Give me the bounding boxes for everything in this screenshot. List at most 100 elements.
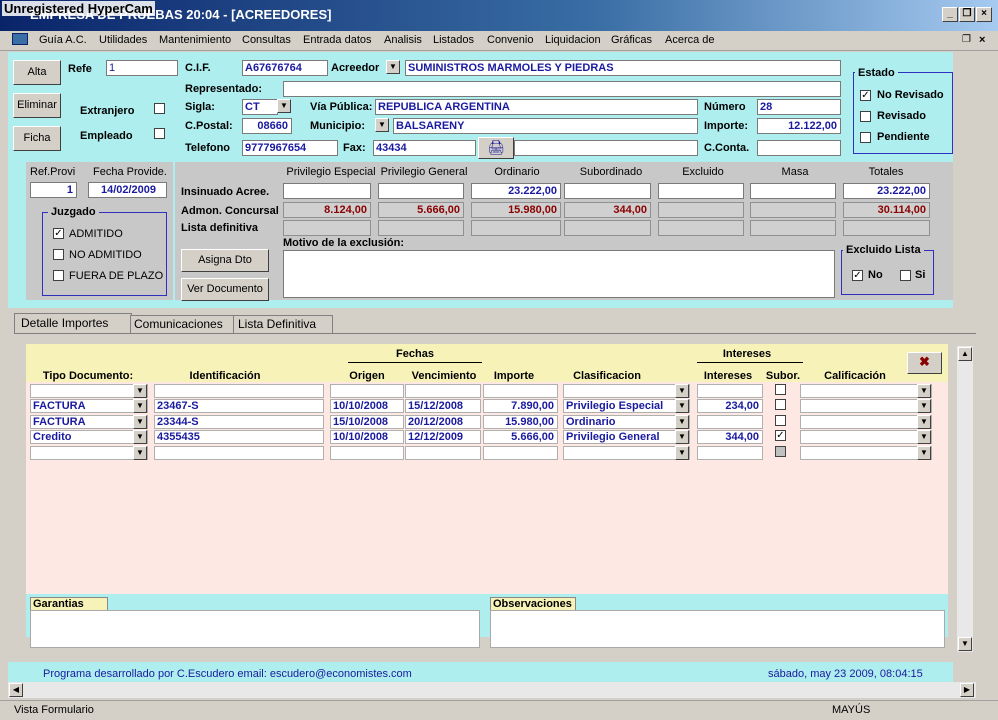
asigna-dto-button[interactable]: Asigna Dto bbox=[181, 249, 269, 272]
admon-ordinario[interactable]: 15.980,00 bbox=[471, 202, 561, 218]
row0-clasif[interactable] bbox=[563, 384, 690, 398]
acreedor-field[interactable]: SUMINISTROS MARMOLES Y PIEDRAS bbox=[405, 60, 841, 76]
row-clasif-dropdown[interactable]: ▼ bbox=[675, 399, 689, 413]
lista-priv-especial[interactable] bbox=[283, 220, 371, 236]
row0-tipo-dropdown[interactable]: ▼ bbox=[133, 384, 147, 398]
new-row-importe[interactable] bbox=[483, 446, 558, 460]
mdi-close-icon[interactable]: × bbox=[979, 34, 985, 46]
new-row-calif-dropdown[interactable]: ▼ bbox=[917, 446, 931, 460]
row0-tipo[interactable] bbox=[30, 384, 148, 398]
admon-priv-general[interactable]: 5.666,00 bbox=[378, 202, 464, 218]
row-importe[interactable]: 15.980,00 bbox=[483, 415, 558, 429]
row-calif-dropdown[interactable]: ▼ bbox=[917, 399, 931, 413]
excluido-no-checkbox[interactable]: ✓ bbox=[852, 270, 863, 281]
municipio-field[interactable]: BALSARENY bbox=[393, 118, 698, 134]
insinuado-priv-general[interactable] bbox=[378, 183, 464, 199]
row0-calif-dropdown[interactable]: ▼ bbox=[917, 384, 931, 398]
insinuado-excluido[interactable] bbox=[658, 183, 744, 199]
eliminar-button[interactable]: Eliminar bbox=[13, 93, 61, 118]
horizontal-scrollbar[interactable] bbox=[8, 682, 976, 698]
row-origen[interactable]: 10/10/2008 bbox=[330, 430, 404, 444]
insinuado-subordinado[interactable] bbox=[564, 183, 651, 199]
lista-totales[interactable] bbox=[843, 220, 930, 236]
row-venc[interactable]: 12/12/2009 bbox=[405, 430, 481, 444]
row-importe[interactable]: 5.666,00 bbox=[483, 430, 558, 444]
menu-entrada-datos[interactable]: Entrada datos bbox=[303, 34, 372, 46]
via-field[interactable]: REPUBLICA ARGENTINA bbox=[375, 99, 698, 115]
insinuado-masa[interactable] bbox=[750, 183, 836, 199]
sigla-dropdown[interactable]: ▼ bbox=[277, 99, 291, 113]
new-row-tipo-dropdown[interactable]: ▼ bbox=[133, 446, 147, 460]
cpostal-field[interactable]: 08660 bbox=[242, 118, 292, 134]
admitido-checkbox[interactable]: ✓ bbox=[53, 228, 64, 239]
menu-consultas[interactable]: Consultas bbox=[242, 34, 291, 46]
row-intereses[interactable] bbox=[697, 415, 763, 429]
row-subor-checkbox[interactable] bbox=[775, 415, 786, 426]
row-tipo[interactable]: FACTURA bbox=[30, 415, 148, 429]
row-clasif-dropdown[interactable]: ▼ bbox=[675, 415, 689, 429]
menu-liquidacion[interactable]: Liquidacion bbox=[545, 34, 601, 46]
row-venc[interactable]: 15/12/2008 bbox=[405, 399, 481, 413]
admon-subordinado[interactable]: 344,00 bbox=[564, 202, 651, 218]
row0-clasif-dropdown[interactable]: ▼ bbox=[675, 384, 689, 398]
tab-comunicaciones[interactable]: Comunicaciones bbox=[130, 315, 234, 333]
vertical-scrollbar[interactable] bbox=[957, 346, 973, 652]
mdi-restore-icon[interactable]: ❐ bbox=[962, 34, 971, 45]
menu-analisis[interactable]: Analisis bbox=[384, 34, 422, 46]
row0-venc[interactable] bbox=[405, 384, 481, 398]
refprovi-field[interactable]: 1 bbox=[30, 182, 77, 198]
fax-extra-field[interactable] bbox=[514, 140, 698, 156]
row-intereses[interactable]: 344,00 bbox=[697, 430, 763, 444]
row-clasif-dropdown[interactable]: ▼ bbox=[675, 430, 689, 444]
no-revisado-checkbox[interactable]: ✓ bbox=[860, 90, 871, 101]
garantias-field[interactable] bbox=[30, 610, 480, 648]
row-clasif[interactable]: Privilegio Especial bbox=[563, 399, 690, 413]
telefono-field[interactable]: 9777967654 bbox=[242, 140, 338, 156]
row-calif-dropdown[interactable]: ▼ bbox=[917, 430, 931, 444]
new-row-subor-checkbox[interactable] bbox=[775, 446, 786, 457]
row-subor-checkbox[interactable] bbox=[775, 399, 786, 410]
lista-excluido[interactable] bbox=[658, 220, 744, 236]
row-calif-dropdown[interactable]: ▼ bbox=[917, 415, 931, 429]
row-ident[interactable]: 4355435 bbox=[154, 430, 324, 444]
motivo-field[interactable] bbox=[283, 250, 835, 298]
row-calif[interactable] bbox=[800, 415, 932, 429]
cconta-field[interactable] bbox=[757, 140, 841, 156]
new-row-venc[interactable] bbox=[405, 446, 481, 460]
pendiente-checkbox[interactable] bbox=[860, 132, 871, 143]
sigla-field[interactable]: CT bbox=[242, 99, 278, 115]
minimize-button[interactable]: _ bbox=[942, 7, 958, 22]
row-tipo-dropdown[interactable]: ▼ bbox=[133, 415, 147, 429]
restore-button[interactable]: ❐ bbox=[959, 7, 975, 22]
importe-field[interactable]: 12.122,00 bbox=[757, 118, 841, 134]
admon-excluido[interactable] bbox=[658, 202, 744, 218]
row-tipo-dropdown[interactable]: ▼ bbox=[133, 399, 147, 413]
admon-priv-especial[interactable]: 8.124,00 bbox=[283, 202, 371, 218]
row-origen[interactable]: 15/10/2008 bbox=[330, 415, 404, 429]
new-row-origen[interactable] bbox=[330, 446, 404, 460]
menu-convenio[interactable]: Convenio bbox=[487, 34, 533, 46]
new-row-ident[interactable] bbox=[154, 446, 324, 460]
tab-detalle-importes[interactable]: Detalle Importes bbox=[14, 313, 132, 334]
cif-field[interactable]: A67676764 bbox=[242, 60, 328, 76]
new-row-intereses[interactable] bbox=[697, 446, 763, 460]
row-ident[interactable]: 23344-S bbox=[154, 415, 324, 429]
row-calif[interactable] bbox=[800, 399, 932, 413]
municipio-dropdown[interactable]: ▼ bbox=[375, 118, 389, 132]
new-row-clasif-dropdown[interactable]: ▼ bbox=[675, 446, 689, 460]
scroll-left-icon[interactable]: ◀ bbox=[9, 683, 23, 697]
row0-origen[interactable] bbox=[330, 384, 404, 398]
row-intereses[interactable]: 234,00 bbox=[697, 399, 763, 413]
lista-ordinario[interactable] bbox=[471, 220, 561, 236]
acreedor-dropdown[interactable]: ▼ bbox=[386, 60, 400, 74]
new-row-calif[interactable] bbox=[800, 446, 932, 460]
row-ident[interactable]: 23467-S bbox=[154, 399, 324, 413]
row-venc[interactable]: 20/12/2008 bbox=[405, 415, 481, 429]
menu-graficas[interactable]: Gráficas bbox=[611, 34, 652, 46]
close-button[interactable]: × bbox=[976, 7, 992, 22]
new-row-clasif[interactable] bbox=[563, 446, 690, 460]
revisado-checkbox[interactable] bbox=[860, 111, 871, 122]
row0-importe[interactable] bbox=[483, 384, 558, 398]
lista-subordinado[interactable] bbox=[564, 220, 651, 236]
row-subor-checkbox[interactable]: ✓ bbox=[775, 430, 786, 441]
